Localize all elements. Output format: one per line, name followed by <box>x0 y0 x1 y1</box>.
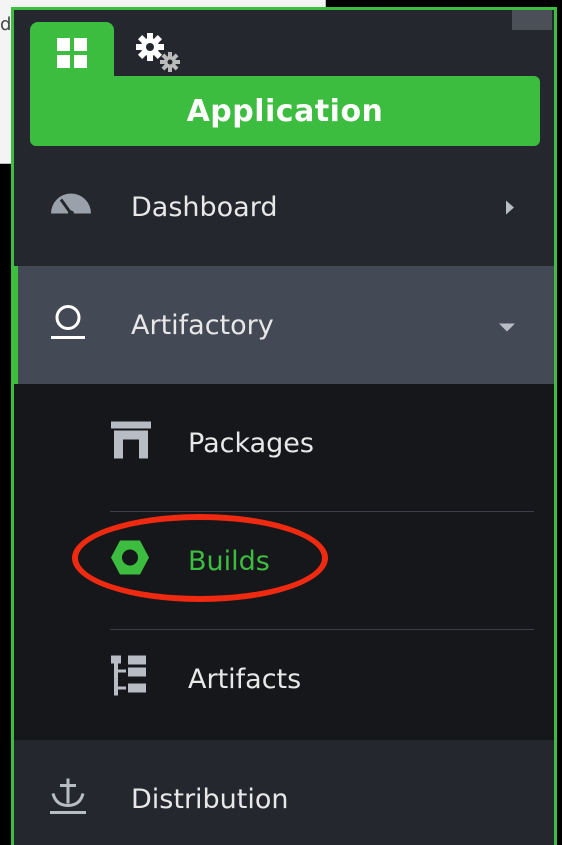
application-title: Application <box>186 93 384 129</box>
hexagon-icon <box>110 539 150 584</box>
submenu-item-artifacts[interactable]: Artifacts <box>14 620 554 738</box>
menu-item-artifactory-label: Artifactory <box>131 309 274 341</box>
menu-item-distribution-label: Distribution <box>131 783 289 815</box>
application-header: Application <box>30 76 540 146</box>
menu-item-dashboard[interactable]: Dashboard <box>14 148 554 266</box>
tab-applications[interactable] <box>30 22 114 84</box>
tab-settings[interactable] <box>124 22 194 84</box>
packages-icon <box>110 420 152 467</box>
submenu-item-artifacts-label: Artifacts <box>188 663 302 695</box>
artifactory-submenu: Packages Builds Artifacts <box>14 384 554 740</box>
tree-icon <box>110 654 150 705</box>
grid-icon <box>57 38 87 68</box>
chevron-down-icon <box>498 310 516 341</box>
panel-corner-handle <box>512 10 552 30</box>
submenu-item-builds-label: Builds <box>188 545 270 577</box>
submenu-item-packages[interactable]: Packages <box>14 384 554 502</box>
speedometer-icon <box>48 190 94 225</box>
menu-item-artifactory[interactable]: Artifactory <box>14 266 554 384</box>
anchor-icon <box>48 776 88 823</box>
navigation-panel: Application Dashboard Artifactory Packag… <box>11 7 557 845</box>
menu-item-distribution[interactable]: Distribution <box>14 740 554 845</box>
chevron-right-icon <box>504 192 516 223</box>
gears-icon <box>136 33 180 72</box>
submenu-item-builds[interactable]: Builds <box>14 502 554 620</box>
menu-item-dashboard-label: Dashboard <box>131 191 278 223</box>
artifactory-icon <box>48 302 88 349</box>
background-page-text: d <box>0 14 12 35</box>
submenu-item-packages-label: Packages <box>188 427 314 459</box>
